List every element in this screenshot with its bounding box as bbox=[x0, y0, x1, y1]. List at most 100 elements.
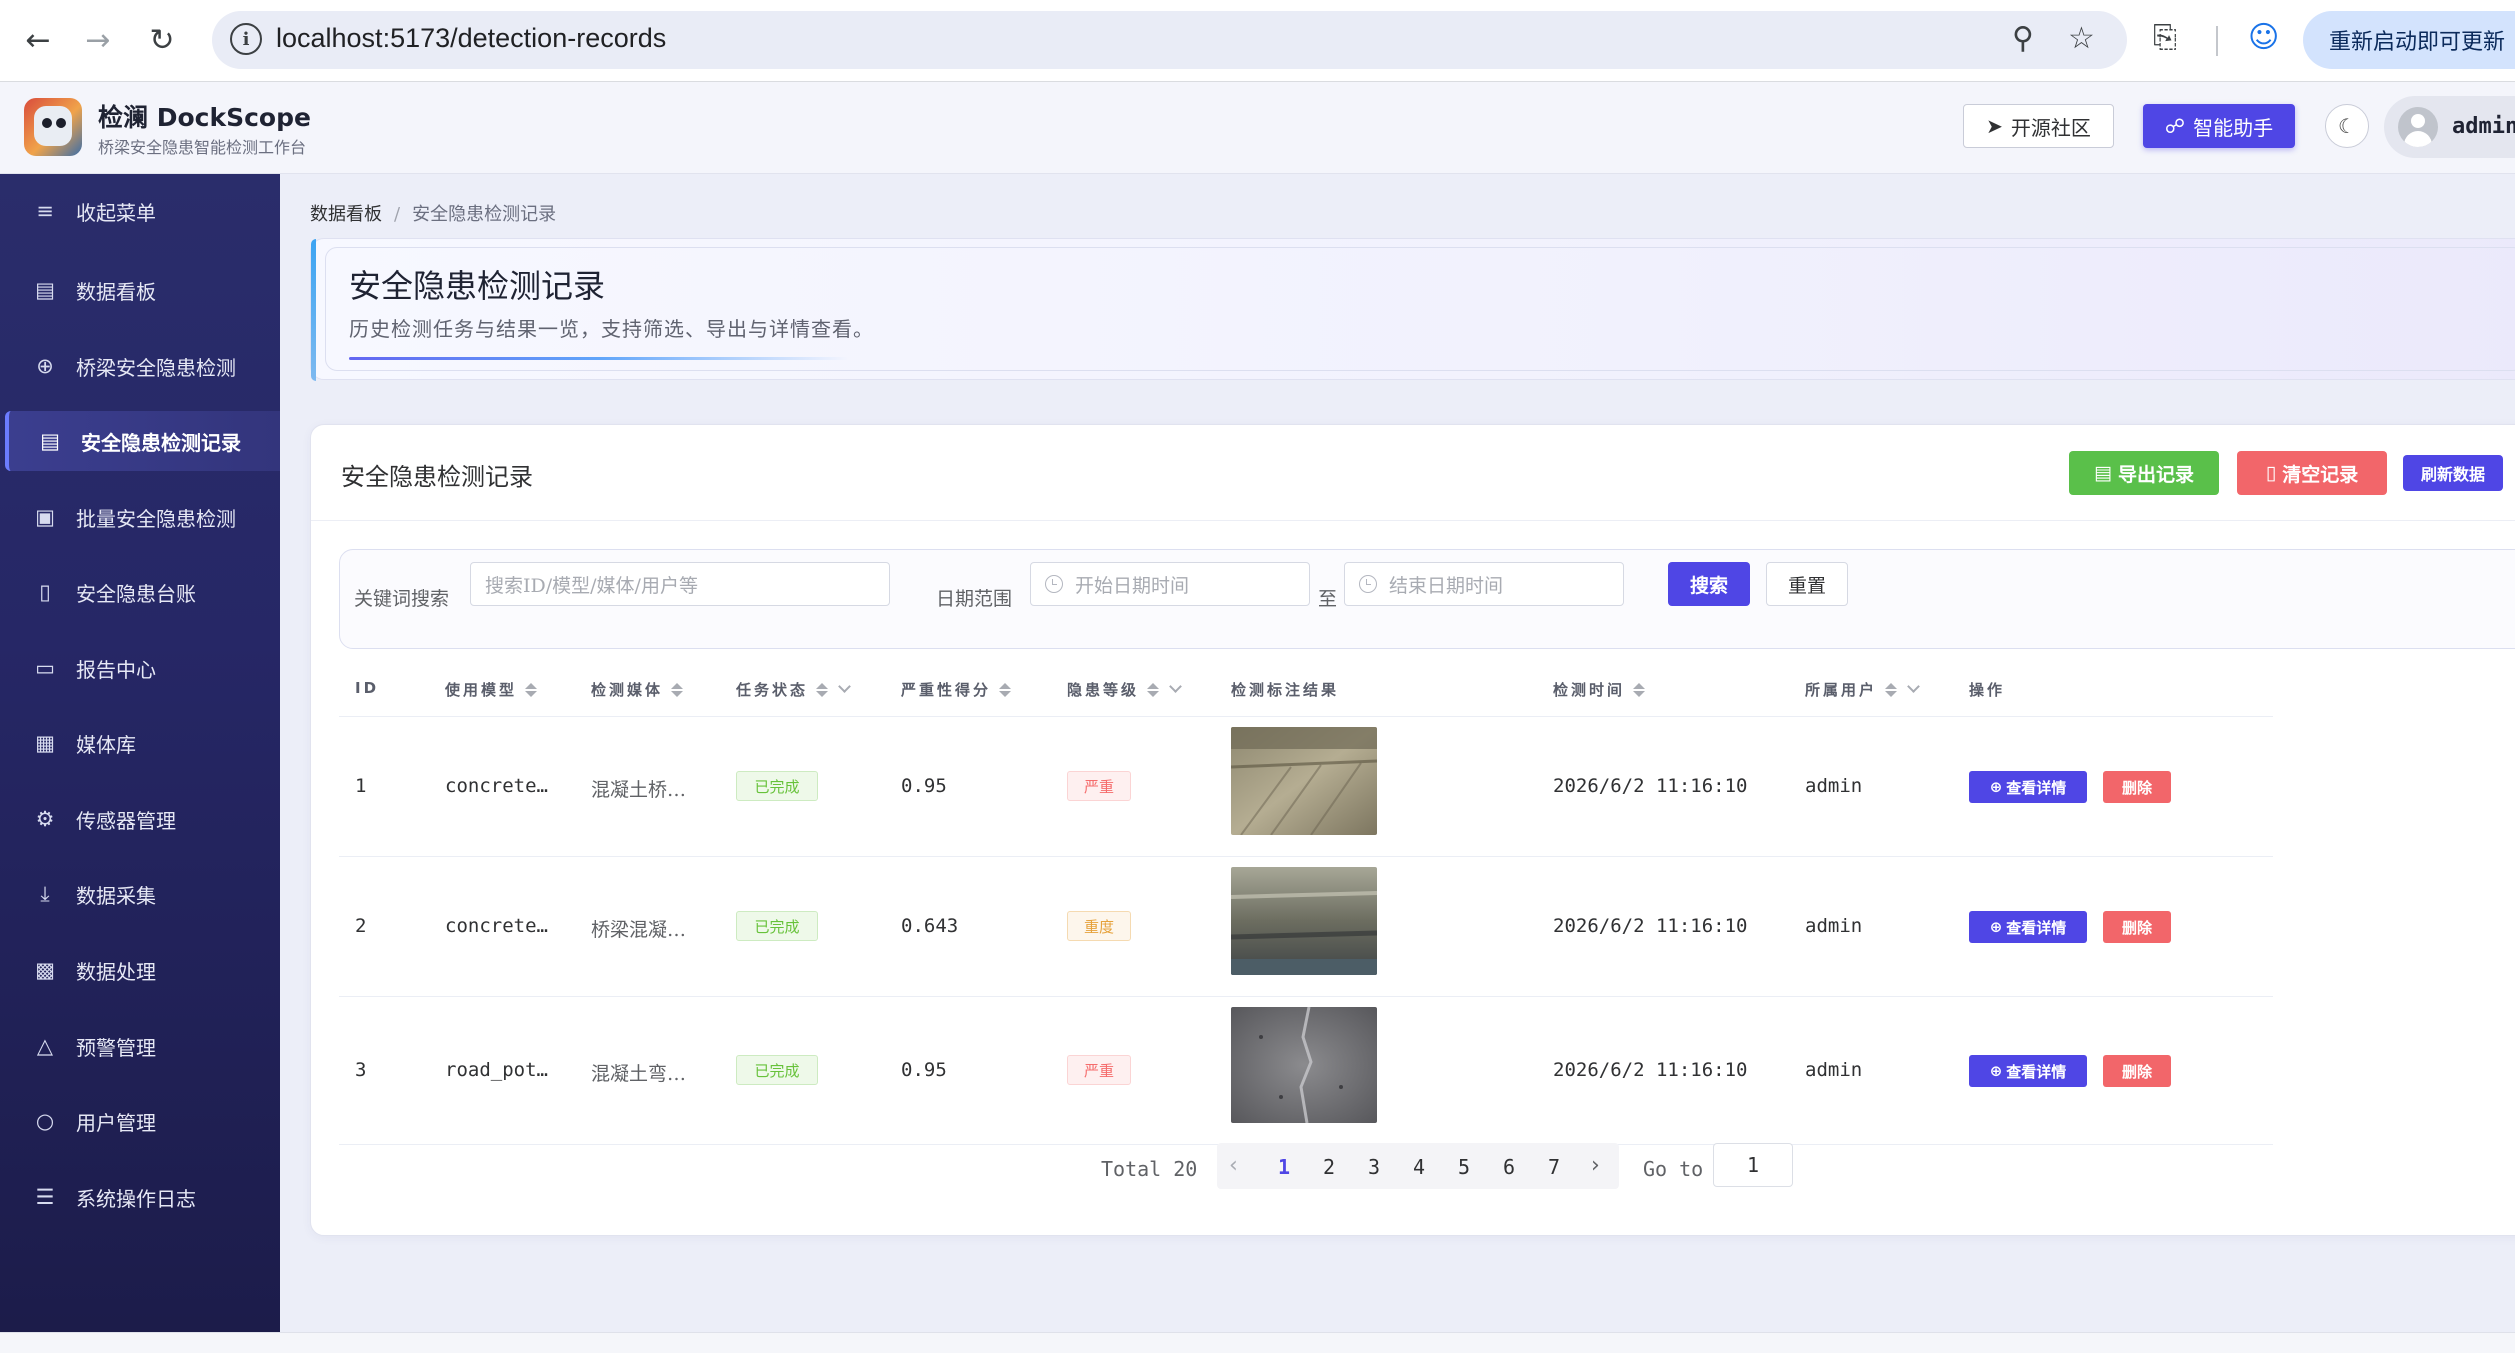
bottom-edge bbox=[0, 1332, 2515, 1353]
page-5[interactable]: 5 bbox=[1449, 1155, 1479, 1179]
col-time[interactable]: 检测时间 bbox=[1553, 679, 1646, 700]
col-model[interactable]: 使用模型 bbox=[445, 679, 538, 700]
annotation-thumbnail[interactable] bbox=[1231, 1007, 1377, 1123]
sidebar-item-bridge-detection[interactable]: ⊕ 桥梁安全隐患检测 bbox=[0, 336, 280, 396]
search-button[interactable]: 搜索 bbox=[1668, 562, 1750, 606]
sidebar-item-batch-detection[interactable]: ▣ 批量安全隐患检测 bbox=[0, 487, 280, 547]
smart-assistant-button[interactable]: ☍ 智能助手 bbox=[2143, 104, 2295, 148]
page-7[interactable]: 7 bbox=[1539, 1155, 1569, 1179]
profile-icon[interactable]: ☺ bbox=[2248, 20, 2279, 55]
url-text[interactable]: localhost:5173/detection-records bbox=[276, 23, 666, 54]
level-badge: 严重 bbox=[1067, 1055, 1131, 1085]
cell-user: admin bbox=[1805, 775, 1863, 797]
sidebar-item-dashboard[interactable]: ▤ 数据看板 bbox=[0, 260, 280, 320]
status-badge: 已完成 bbox=[736, 771, 818, 801]
toolbar-divider bbox=[2216, 26, 2218, 56]
cell-model: concrete… bbox=[445, 775, 548, 797]
sort-icon bbox=[1885, 682, 1898, 697]
reset-button[interactable]: 重置 bbox=[1766, 562, 1848, 606]
ledger-icon: ▯ bbox=[39, 580, 51, 604]
annotation-thumbnail[interactable] bbox=[1231, 727, 1377, 835]
goto-page-input[interactable]: 1 bbox=[1713, 1143, 1793, 1187]
extensions-icon[interactable]: ⎘ bbox=[2153, 20, 2177, 55]
prev-page-icon[interactable]: ‹ bbox=[1229, 1153, 1238, 1178]
bookmark-star-icon[interactable]: ☆ bbox=[2068, 21, 2095, 56]
batch-icon: ▣ bbox=[35, 505, 55, 529]
view-details-button[interactable]: ⊕ 查看详情 bbox=[1969, 1055, 2087, 1087]
records-card: 安全隐患检测记录 ▤ 导出记录 ▯ 清空记录 刷新数据 关键词搜索 搜索ID/模型/… bbox=[310, 424, 2515, 1236]
forward-icon[interactable]: → bbox=[76, 18, 120, 62]
end-datetime-input[interactable]: 结束日期时间 bbox=[1344, 562, 1624, 606]
chat-icon: ☍ bbox=[2164, 114, 2186, 138]
cell-model: road_pot… bbox=[445, 1059, 548, 1081]
user-name: admin bbox=[2452, 114, 2515, 139]
next-page-icon[interactable]: › bbox=[1591, 1153, 1600, 1178]
breadcrumb-root[interactable]: 数据看板 bbox=[310, 204, 382, 225]
page-2[interactable]: 2 bbox=[1314, 1155, 1344, 1179]
user-menu[interactable]: admin bbox=[2384, 96, 2515, 158]
table-header: ID 使用模型 检测媒体 任务状态 严重性得分 隐患等级 检测标注结果 检测时间… bbox=[339, 661, 2273, 717]
open-source-community-button[interactable]: ➤ 开源社区 bbox=[1963, 104, 2114, 148]
site-info-icon[interactable]: i bbox=[230, 23, 262, 55]
level-badge: 严重 bbox=[1067, 771, 1131, 801]
reload-icon[interactable]: ↻ bbox=[140, 18, 184, 62]
sort-icon bbox=[1147, 682, 1160, 697]
delete-button[interactable]: 删除 bbox=[2103, 911, 2171, 943]
page-6[interactable]: 6 bbox=[1494, 1155, 1524, 1179]
start-datetime-input[interactable]: 开始日期时间 bbox=[1030, 562, 1310, 606]
keyword-search-input[interactable]: 搜索ID/模型/媒体/用户等 bbox=[470, 562, 890, 606]
data-process-icon: ▩ bbox=[35, 958, 55, 982]
sidebar-item-ledger[interactable]: ▯ 安全隐患台账 bbox=[0, 562, 280, 622]
update-button[interactable]: 重新启动即可更新 bbox=[2303, 11, 2515, 69]
address-bar[interactable]: i localhost:5173/detection-records ⚲ ☆ bbox=[212, 11, 2127, 69]
picture-icon: ▦ bbox=[35, 731, 55, 755]
dark-mode-toggle[interactable]: ☾ bbox=[2325, 104, 2369, 148]
delete-button[interactable]: 删除 bbox=[2103, 771, 2171, 803]
back-icon[interactable]: ← bbox=[16, 18, 60, 62]
page-3[interactable]: 3 bbox=[1359, 1155, 1389, 1179]
sort-icon bbox=[999, 682, 1012, 697]
col-media[interactable]: 检测媒体 bbox=[591, 679, 684, 700]
cell-id: 3 bbox=[355, 1059, 367, 1081]
annotation-thumbnail[interactable] bbox=[1231, 867, 1377, 975]
card-title: 安全隐患检测记录 bbox=[341, 463, 533, 491]
status-badge: 已完成 bbox=[736, 911, 818, 941]
menu-fold-icon: ≡ bbox=[36, 199, 54, 223]
browser-toolbar: ← → ↻ i localhost:5173/detection-records… bbox=[0, 0, 2515, 82]
clear-records-button[interactable]: ▯ 清空记录 bbox=[2237, 451, 2387, 495]
sidebar-item-data-processing[interactable]: ▩ 数据处理 bbox=[0, 940, 280, 1000]
page-4[interactable]: 4 bbox=[1404, 1155, 1434, 1179]
records-table: ID 使用模型 检测媒体 任务状态 严重性得分 隐患等级 检测标注结果 检测时间… bbox=[339, 661, 2273, 1145]
sidebar-item-detection-records[interactable]: ▤ 安全隐患检测记录 bbox=[5, 411, 280, 471]
view-details-button[interactable]: ⊕ 查看详情 bbox=[1969, 771, 2087, 803]
app-subtitle: 桥梁安全隐患智能检测工作台 bbox=[98, 138, 307, 157]
refresh-data-button[interactable]: 刷新数据 bbox=[2403, 455, 2503, 491]
breadcrumb: 数据看板 / 安全隐患检测记录 bbox=[310, 204, 557, 225]
sidebar-item-operation-log[interactable]: ☰ 系统操作日志 bbox=[0, 1167, 280, 1227]
col-user[interactable]: 所属用户 bbox=[1805, 679, 1920, 700]
zoom-icon[interactable]: ⚲ bbox=[2012, 21, 2034, 56]
sidebar-item-sensor-management[interactable]: ⚙ 传感器管理 bbox=[0, 789, 280, 849]
app-name: 检澜 DockScope bbox=[98, 103, 311, 132]
delete-button[interactable]: 删除 bbox=[2103, 1055, 2171, 1087]
cell-model: concrete… bbox=[445, 915, 548, 937]
sidebar-item-data-collection[interactable]: ⤓ 数据采集 bbox=[0, 864, 280, 924]
breadcrumb-current: 安全隐患检测记录 bbox=[412, 204, 557, 225]
sidebar-item-user-management[interactable]: ○ 用户管理 bbox=[0, 1091, 280, 1151]
sidebar-item-alert-management[interactable]: △ 预警管理 bbox=[0, 1016, 280, 1076]
sidebar-item-report-center[interactable]: ▭ 报告中心 bbox=[0, 638, 280, 698]
cell-time: 2026/6/2 11:16:10 bbox=[1553, 915, 1748, 937]
page-description: 历史检测任务与结果一览，支持筛选、导出与详情查看。 bbox=[349, 317, 874, 341]
view-details-button[interactable]: ⊕ 查看详情 bbox=[1969, 911, 2087, 943]
info-circle-icon: ⊕ bbox=[1989, 1062, 2003, 1080]
clock-icon bbox=[1045, 575, 1063, 593]
sidebar-item-media-library[interactable]: ▦ 媒体库 bbox=[0, 713, 280, 773]
col-score[interactable]: 严重性得分 bbox=[901, 679, 1012, 700]
export-records-button[interactable]: ▤ 导出记录 bbox=[2069, 451, 2219, 495]
sidebar-item-collapse[interactable]: ≡ 收起菜单 bbox=[0, 181, 280, 241]
table-row: 3 road_pot… 混凝土弯… 已完成 0.95 严重 2026/6/2 1… bbox=[339, 997, 2273, 1145]
col-status[interactable]: 任务状态 bbox=[736, 679, 851, 700]
sidebar: ≡ 收起菜单 ▤ 数据看板 ⊕ 桥梁安全隐患检测 ▤ 安全隐患检测记录 ▣ 批量安全隐患检… bbox=[0, 174, 280, 1332]
page-1[interactable]: 1 bbox=[1269, 1155, 1299, 1179]
col-level[interactable]: 隐患等级 bbox=[1067, 679, 1182, 700]
